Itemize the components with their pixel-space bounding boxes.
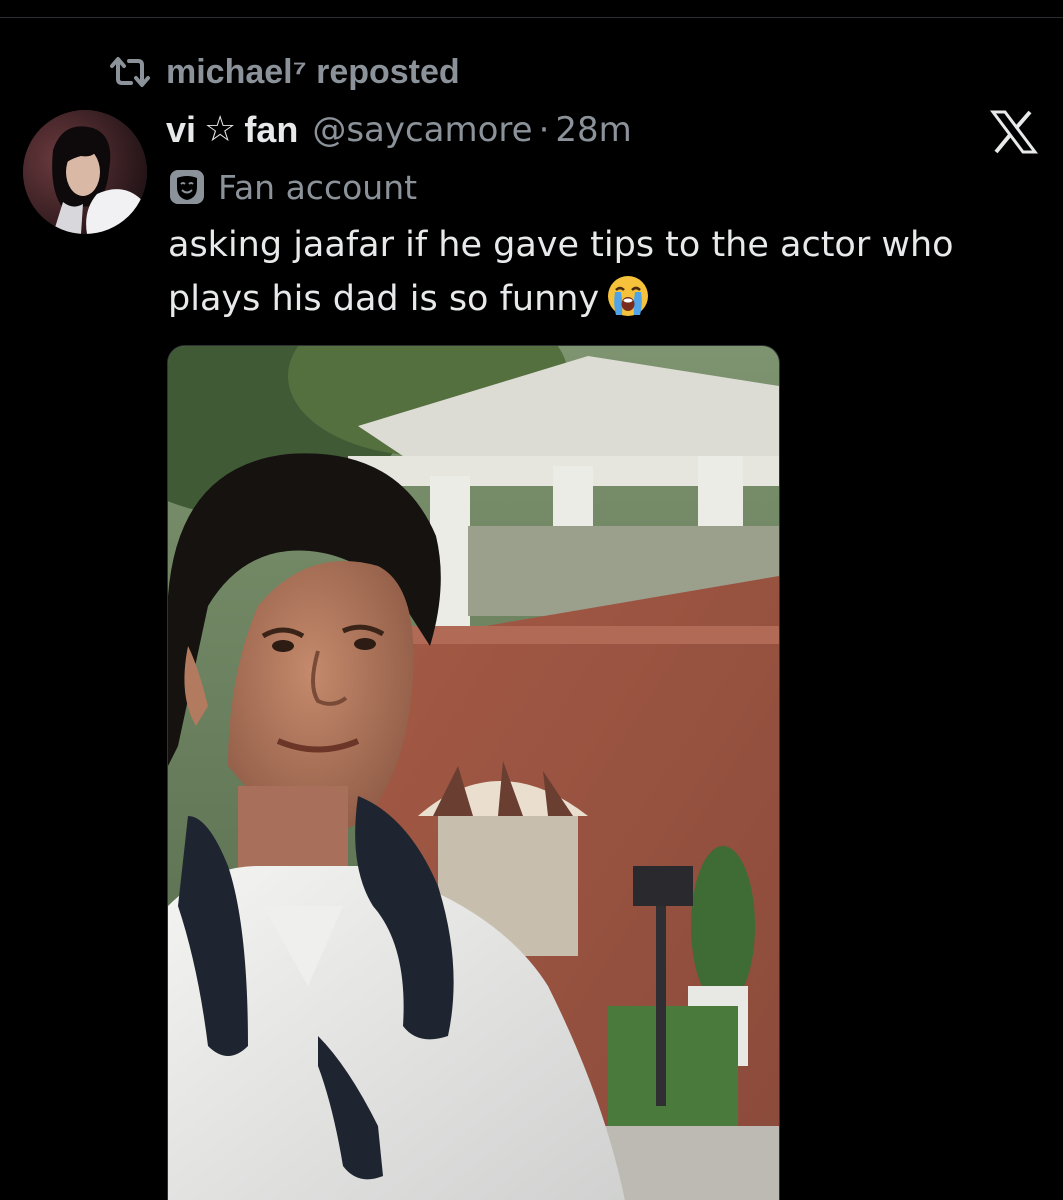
avatar[interactable] — [23, 110, 147, 234]
tweet-text-fragment: plays his dad is so funny — [168, 279, 600, 319]
tweet-text-line: asking jaafar if he gave tips to the act… — [168, 225, 954, 265]
account-label: Fan account — [170, 164, 417, 210]
x-logo-icon — [990, 110, 1038, 154]
separator-dot: · — [538, 110, 550, 150]
tweet-media-photo[interactable] — [167, 345, 780, 1200]
divider — [0, 17, 1063, 18]
photo-content — [168, 346, 779, 1200]
display-name-suffix[interactable]: fan — [244, 109, 298, 151]
display-name[interactable]: vi — [166, 109, 196, 151]
tweet-text: asking jaafar if he gave tips to the act… — [168, 218, 1038, 326]
theater-mask-icon — [170, 170, 204, 204]
user-handle[interactable]: @saycamore — [312, 110, 532, 150]
account-label-text: Fan account — [218, 167, 418, 207]
repost-label[interactable]: michael⁷ reposted — [166, 53, 460, 92]
tweet-header: vi ☆ fan @saycamore · 28m — [166, 104, 632, 156]
post-time[interactable]: 28m — [555, 110, 631, 150]
repost-context[interactable]: michael⁷ reposted — [108, 50, 460, 94]
tweet-screen: michael⁷ reposted vi ☆ fan @saycamore · … — [0, 0, 1063, 1200]
repost-icon — [108, 55, 152, 89]
loudly-crying-face-emoji — [605, 273, 651, 319]
star-icon: ☆ — [204, 109, 237, 150]
tweet-text-line: plays his dad is so funny — [168, 272, 1038, 326]
